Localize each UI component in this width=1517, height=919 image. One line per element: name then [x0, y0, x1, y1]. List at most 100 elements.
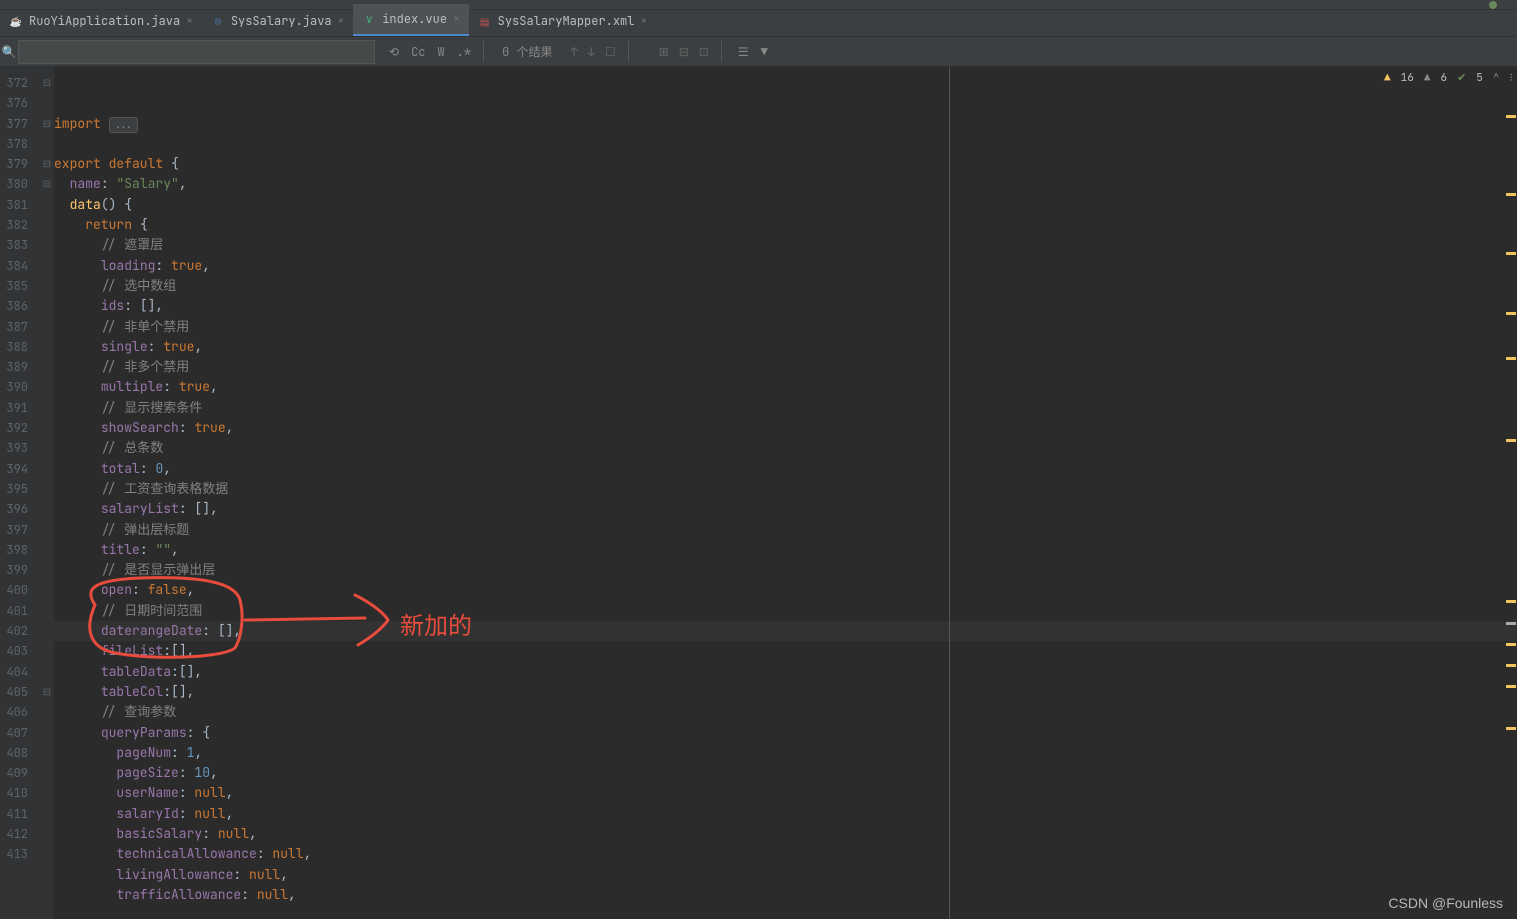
code-line[interactable]: // 选中数组: [54, 276, 1517, 296]
close-icon[interactable]: ×: [453, 12, 460, 26]
stripe-mark[interactable]: [1506, 115, 1516, 118]
fold-toggle-icon[interactable]: ⊟: [40, 73, 54, 93]
code-line[interactable]: open: false,: [54, 580, 1517, 600]
line-number: 385: [0, 276, 40, 296]
find-select-all-icon[interactable]: ☐: [605, 44, 616, 60]
stripe-mark[interactable]: [1506, 622, 1516, 625]
stripe-mark[interactable]: [1506, 600, 1516, 603]
add-selection-icon[interactable]: ⊞: [659, 44, 669, 60]
code-line[interactable]: pageNum: 1,: [54, 743, 1517, 763]
code-line[interactable]: // 非多个禁用: [54, 357, 1517, 377]
fold-toggle-icon[interactable]: ⊟: [40, 174, 54, 194]
code-line[interactable]: // 显示搜索条件: [54, 398, 1517, 418]
code-line[interactable]: tableCol:[],: [54, 682, 1517, 702]
code-editor[interactable]: import ... export default { name: "Salary…: [54, 67, 1517, 919]
tab-index-vue[interactable]: Vindex.vue×: [353, 4, 468, 36]
line-number: 397: [0, 520, 40, 540]
line-number: 412: [0, 824, 40, 844]
code-line[interactable]: salaryId: null,: [54, 804, 1517, 824]
tab-ruoyiapplication-java[interactable]: ☕RuoYiApplication.java×: [0, 6, 202, 36]
line-number: 388: [0, 337, 40, 357]
fold-toggle-icon: [40, 540, 54, 560]
close-icon[interactable]: ×: [640, 14, 647, 28]
code-line[interactable]: queryParams: {: [54, 723, 1517, 743]
remove-selection-icon[interactable]: ⊟: [679, 44, 689, 60]
code-line[interactable]: // 查询参数: [54, 702, 1517, 722]
find-prev-icon[interactable]: ↑: [570, 44, 577, 60]
fold-toggle-icon[interactable]: ⊟: [40, 114, 54, 134]
code-line[interactable]: salaryList: [],: [54, 499, 1517, 519]
stripe-mark[interactable]: [1506, 252, 1516, 255]
typo-count: 5: [1476, 68, 1483, 88]
code-line[interactable]: trafficAllowance: null,: [54, 885, 1517, 905]
code-line[interactable]: import ...: [54, 114, 1517, 134]
code-line[interactable]: return {: [54, 215, 1517, 235]
code-line[interactable]: multiple: true,: [54, 377, 1517, 397]
stripe-mark[interactable]: [1506, 727, 1516, 730]
code-line[interactable]: // 遮罩层: [54, 235, 1517, 255]
stripe-mark[interactable]: [1506, 685, 1516, 688]
code-line[interactable]: // 总条数: [54, 438, 1517, 458]
line-number: 390: [0, 377, 40, 397]
code-line[interactable]: title: "",: [54, 540, 1517, 560]
line-number: 380: [0, 174, 40, 194]
stripe-mark[interactable]: [1506, 664, 1516, 667]
line-number: 403: [0, 641, 40, 661]
fold-toggle-icon: [40, 337, 54, 357]
code-line[interactable]: daterangeDate: [],: [54, 621, 1517, 641]
words-button[interactable]: W: [437, 44, 444, 60]
code-line[interactable]: ids: [],: [54, 296, 1517, 316]
code-line[interactable]: loading: true,: [54, 256, 1517, 276]
code-line[interactable]: total: 0,: [54, 459, 1517, 479]
stripe-mark[interactable]: [1506, 312, 1516, 315]
code-line[interactable]: [54, 134, 1517, 154]
code-line[interactable]: pageSize: 10,: [54, 763, 1517, 783]
search-icon[interactable]: 🔍: [0, 44, 18, 60]
code-line[interactable]: fileList:[],: [54, 641, 1517, 661]
code-line[interactable]: // 日期时间范围: [54, 601, 1517, 621]
fold-toggle-icon: [40, 438, 54, 458]
tab-syssalary-java[interactable]: ◎SysSalary.java×: [202, 6, 353, 36]
stripe-mark[interactable]: [1506, 193, 1516, 196]
find-bar: 🔍 ⟲ Cc W .* 0 个结果 ↑ ↓ ☐ ⊞ ⊟ ⊡ ☰ ▼: [0, 37, 1517, 67]
fold-toggle-icon: [40, 459, 54, 479]
run-indicator-icon: [1489, 1, 1497, 9]
close-icon[interactable]: ×: [338, 14, 345, 28]
code-line[interactable]: name: "Salary",: [54, 174, 1517, 194]
inspection-summary[interactable]: ▲16 ▲6 ✔5 ^ ⁝: [1384, 68, 1513, 88]
code-line[interactable]: single: true,: [54, 337, 1517, 357]
stripe-mark[interactable]: [1506, 439, 1516, 442]
fold-toggle-icon: [40, 824, 54, 844]
code-line[interactable]: // 是否显示弹出层: [54, 560, 1517, 580]
line-gutter: 3723763773783793803813823833843853863873…: [0, 67, 40, 919]
code-line[interactable]: // 弹出层标题: [54, 520, 1517, 540]
select-occurrences-icon[interactable]: ⊡: [699, 44, 709, 60]
prev-search-icon[interactable]: ⟲: [389, 44, 399, 60]
filter-icon[interactable]: ▼: [761, 44, 768, 60]
regex-button[interactable]: .*: [457, 44, 471, 60]
close-icon[interactable]: ×: [186, 14, 193, 28]
code-line[interactable]: // 工资查询表格数据: [54, 479, 1517, 499]
find-input[interactable]: [18, 40, 375, 64]
code-line[interactable]: livingAllowance: null,: [54, 865, 1517, 885]
code-line[interactable]: basicSalary: null,: [54, 824, 1517, 844]
code-line[interactable]: // 非单个禁用: [54, 317, 1517, 337]
fold-toggle-icon: [40, 357, 54, 377]
fold-toggle-icon[interactable]: ⊟: [40, 154, 54, 174]
match-case-button[interactable]: Cc: [411, 44, 425, 60]
line-number: 376: [0, 93, 40, 113]
expand-inspection-icon[interactable]: ^: [1493, 68, 1500, 88]
error-stripe[interactable]: [1504, 67, 1517, 919]
filter-settings-icon[interactable]: ☰: [738, 44, 749, 60]
code-line[interactable]: export default {: [54, 154, 1517, 174]
code-line[interactable]: data() {: [54, 195, 1517, 215]
code-line[interactable]: tableData:[],: [54, 662, 1517, 682]
code-line[interactable]: userName: null,: [54, 783, 1517, 803]
fold-toggle-icon[interactable]: ⊟: [40, 682, 54, 702]
code-line[interactable]: showSearch: true,: [54, 418, 1517, 438]
stripe-mark[interactable]: [1506, 643, 1516, 646]
tab-syssalarymapper-xml[interactable]: ▤SysSalaryMapper.xml×: [469, 6, 656, 36]
code-line[interactable]: technicalAllowance: null,: [54, 844, 1517, 864]
stripe-mark[interactable]: [1506, 357, 1516, 360]
find-next-icon[interactable]: ↓: [588, 44, 595, 60]
